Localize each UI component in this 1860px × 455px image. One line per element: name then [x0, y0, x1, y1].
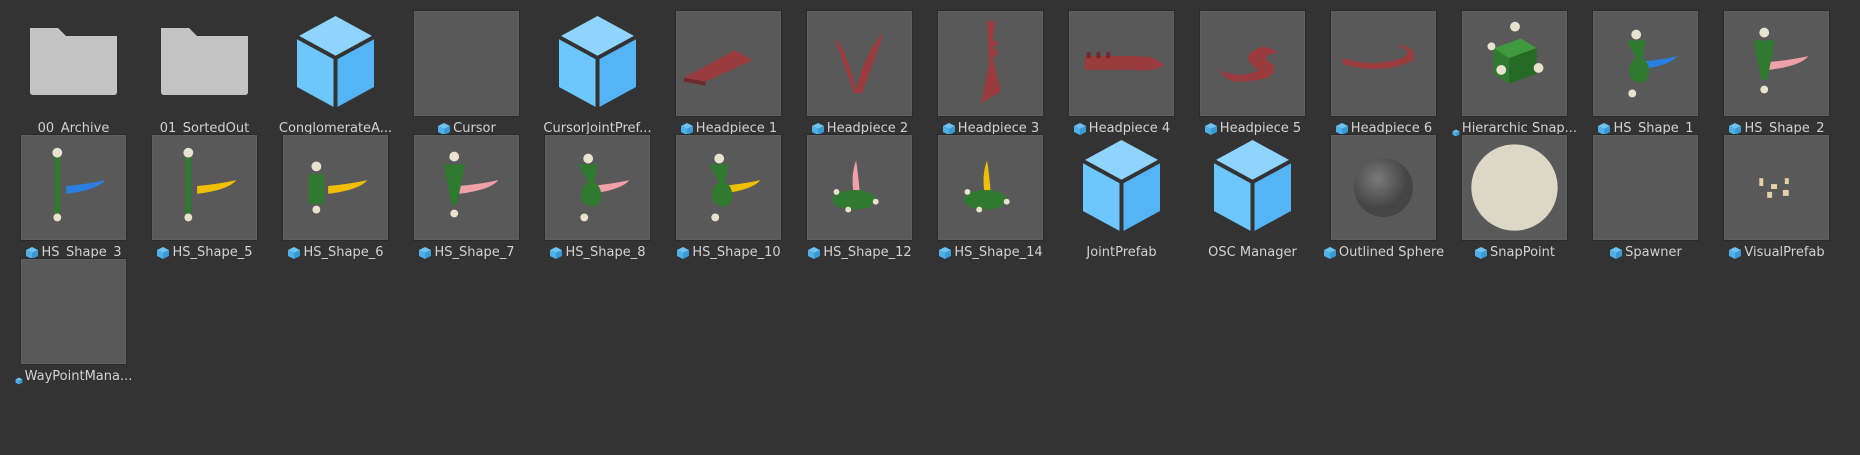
prefab-icon [1728, 246, 1742, 260]
asset-name: HS_Shape_6 [303, 245, 384, 260]
asset-item[interactable]: 00_Archive [8, 0, 139, 140]
prefab-icon [549, 246, 563, 260]
asset-item[interactable]: Headpiece 1 [663, 0, 794, 140]
prefab-icon [807, 246, 821, 260]
asset-thumbnail [806, 134, 913, 241]
asset-item[interactable]: WayPointMana... [8, 248, 139, 388]
asset-thumbnail [1199, 10, 1306, 117]
asset-thumbnail [544, 134, 651, 241]
asset-item[interactable]: JointPrefab [1056, 124, 1187, 264]
prefab-icon [1609, 246, 1623, 260]
asset-thumbnail [151, 134, 258, 241]
asset-name: HS_Shape_8 [565, 245, 646, 260]
prefab-icon [156, 246, 170, 260]
asset-name: HS_Shape_5 [172, 245, 253, 260]
asset-label: HS_Shape_7 [401, 244, 532, 262]
asset-label: Spawner [1580, 244, 1711, 262]
asset-item[interactable]: Cursor [401, 0, 532, 140]
asset-item[interactable]: OSC Manager [1187, 124, 1318, 264]
asset-name: HS_Shape_10 [692, 245, 781, 260]
asset-item[interactable]: HS_Shape_2 [1711, 0, 1842, 140]
asset-name: JointPrefab [1086, 245, 1157, 260]
asset-item[interactable]: HS_Shape_5 [139, 124, 270, 264]
asset-thumbnail [1330, 10, 1437, 117]
asset-thumbnail [1723, 10, 1830, 117]
asset-thumbnail [1461, 10, 1568, 117]
asset-item[interactable]: Spawner [1580, 124, 1711, 264]
asset-thumbnail [675, 134, 782, 241]
asset-item[interactable]: CursorJointPref... [532, 0, 663, 140]
asset-label: HS_Shape_6 [270, 244, 401, 262]
asset-thumbnail [282, 134, 389, 241]
prefab-icon [418, 246, 432, 260]
asset-name: VisualPrefab [1744, 245, 1825, 260]
asset-label: VisualPrefab [1711, 244, 1842, 262]
prefab-icon [15, 373, 23, 385]
asset-thumbnail [20, 134, 127, 241]
asset-thumbnail [1330, 134, 1437, 241]
asset-item[interactable]: VisualPrefab [1711, 124, 1842, 264]
asset-label: HS_Shape_8 [532, 244, 663, 262]
asset-item[interactable]: HS_Shape_7 [401, 124, 532, 264]
asset-item[interactable]: Headpiece 6 [1318, 0, 1449, 140]
prefab-cube-icon [282, 10, 389, 117]
asset-name: Spawner [1625, 245, 1682, 260]
asset-item[interactable]: HS_Shape_12 [794, 124, 925, 264]
prefab-cube-icon [1068, 134, 1175, 241]
asset-item[interactable]: 01_SortedOut [139, 0, 270, 140]
prefab-icon [1474, 246, 1488, 260]
asset-item[interactable]: HS_Shape_1 [1580, 0, 1711, 140]
asset-label: HS_Shape_5 [139, 244, 270, 262]
asset-item[interactable]: Headpiece 4 [1056, 0, 1187, 140]
prefab-icon [1323, 246, 1337, 260]
asset-item[interactable]: Hierarchic Snap... [1449, 0, 1580, 140]
asset-name: HS_Shape_12 [823, 245, 912, 260]
asset-grid: 00_Archive 01_SortedOut ConglomerateA...… [0, 0, 1860, 455]
asset-name: Outlined Sphere [1338, 245, 1445, 260]
asset-item[interactable]: SnapPoint [1449, 124, 1580, 264]
asset-thumbnail [1068, 10, 1175, 117]
prefab-cube-icon [544, 10, 651, 117]
folder-icon [20, 10, 127, 117]
asset-name: OSC Manager [1208, 245, 1297, 260]
asset-thumbnail [1461, 134, 1568, 241]
asset-label: HS_Shape_12 [794, 244, 925, 262]
asset-label: HS_Shape_10 [663, 244, 794, 262]
asset-label: OSC Manager [1187, 244, 1318, 262]
folder-icon [151, 10, 258, 117]
asset-item[interactable]: Headpiece 5 [1187, 0, 1318, 140]
asset-thumbnail [413, 10, 520, 117]
asset-thumbnail [1592, 10, 1699, 117]
asset-label: WayPointMana... [8, 368, 139, 386]
asset-label: Outlined Sphere [1318, 244, 1449, 262]
asset-name: WayPointMana... [24, 369, 133, 384]
prefab-cube-icon [1199, 134, 1306, 241]
prefab-icon [676, 246, 690, 260]
asset-label: SnapPoint [1449, 244, 1580, 262]
asset-thumbnail [675, 10, 782, 117]
asset-item[interactable]: HS_Shape_6 [270, 124, 401, 264]
asset-name: SnapPoint [1490, 245, 1555, 260]
asset-thumbnail [413, 134, 520, 241]
asset-label: HS_Shape_14 [925, 244, 1056, 262]
asset-thumbnail [1723, 134, 1830, 241]
prefab-icon [287, 246, 301, 260]
asset-thumbnail [937, 134, 1044, 241]
asset-thumbnail [1592, 134, 1699, 241]
asset-item[interactable]: Headpiece 2 [794, 0, 925, 140]
asset-item[interactable]: HS_Shape_10 [663, 124, 794, 264]
asset-item[interactable]: Headpiece 3 [925, 0, 1056, 140]
asset-item[interactable]: HS_Shape_14 [925, 124, 1056, 264]
asset-item[interactable]: Outlined Sphere [1318, 124, 1449, 264]
asset-thumbnail [937, 10, 1044, 117]
prefab-icon [938, 246, 952, 260]
asset-name: HS_Shape_7 [434, 245, 515, 260]
asset-item[interactable]: HS_Shape_3 [8, 124, 139, 264]
asset-item[interactable]: HS_Shape_8 [532, 124, 663, 264]
asset-thumbnail [20, 258, 127, 365]
asset-label: JointPrefab [1056, 244, 1187, 262]
asset-name: HS_Shape_14 [954, 245, 1043, 260]
asset-item[interactable]: ConglomerateA... [270, 0, 401, 140]
asset-thumbnail [806, 10, 913, 117]
